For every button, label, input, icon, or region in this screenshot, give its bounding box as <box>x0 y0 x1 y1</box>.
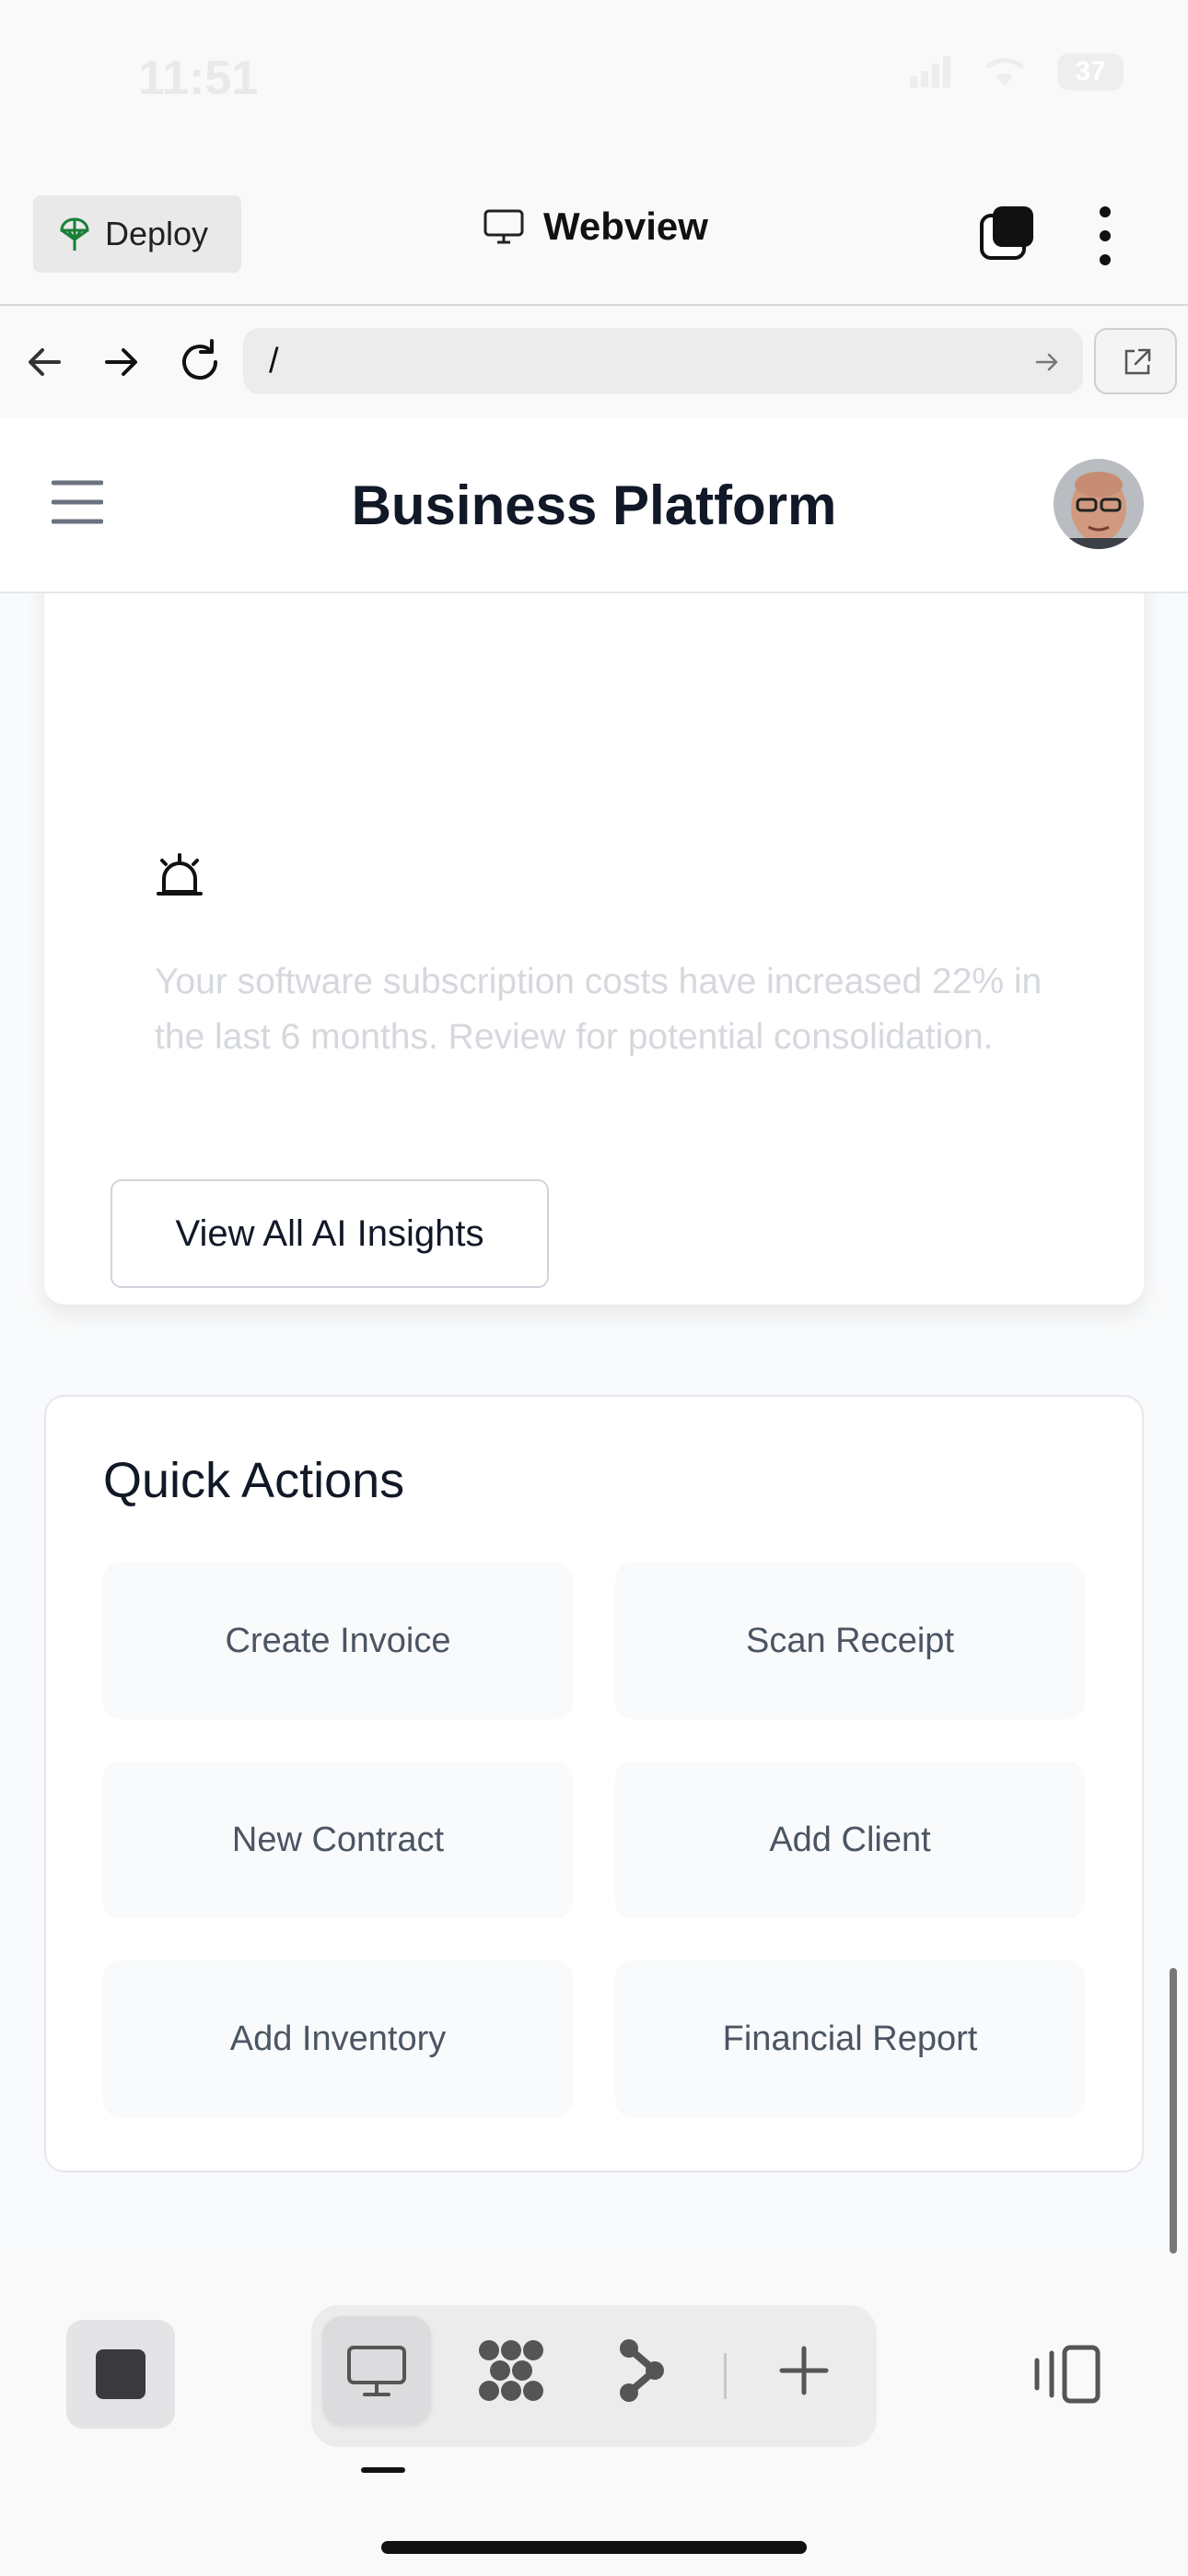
page-scrollbar[interactable] <box>1170 1968 1177 2254</box>
avatar-image <box>1054 459 1144 549</box>
ai-insights-card: Your software subscription costs have in… <box>44 529 1144 1305</box>
deploy-button[interactable]: Deploy <box>33 195 241 273</box>
insight-text: Your software subscription costs have in… <box>155 962 1042 1057</box>
wifi-icon <box>985 58 1024 86</box>
go-arrow-icon[interactable] <box>1033 348 1061 376</box>
webview-title: Webview <box>483 205 708 249</box>
back-arrow-icon[interactable] <box>17 334 74 391</box>
deploy-label: Deploy <box>105 215 209 252</box>
page-header: Business Platform <box>0 418 1188 593</box>
alarm-icon <box>157 853 203 896</box>
financial-report-button[interactable]: Financial Report <box>615 1961 1085 2117</box>
url-bar: / <box>0 304 1188 420</box>
quick-actions-title: Quick Actions <box>103 1453 405 1508</box>
monitor-icon <box>347 2346 406 2396</box>
tool-group <box>311 2305 877 2447</box>
quick-actions-card: Quick Actions Create Invoice Scan Receip… <box>44 1395 1144 2172</box>
open-external-icon <box>1124 348 1151 375</box>
add-inventory-button[interactable]: Add Inventory <box>103 1961 573 2117</box>
webview-page: Business Platform Your software subscrip… <box>0 418 1188 2255</box>
active-tab-indicator <box>361 2467 405 2473</box>
stop-button[interactable] <box>66 2320 175 2429</box>
stop-icon <box>96 2349 146 2399</box>
add-client-button[interactable]: Add Client <box>615 1762 1085 1918</box>
toolbar-separator <box>724 2353 727 2399</box>
branch-tool-button[interactable] <box>588 2316 696 2425</box>
split-view-icon[interactable] <box>1028 2342 1105 2406</box>
create-invoice-button[interactable]: Create Invoice <box>103 1563 573 1719</box>
battery-indicator: 37 <box>1057 53 1124 90</box>
quick-actions-grid: Create Invoice Scan Receipt New Contract… <box>103 1563 1085 2117</box>
deploy-icon <box>60 217 89 251</box>
reload-icon[interactable] <box>171 334 228 391</box>
plus-icon <box>779 2346 829 2395</box>
add-tool-button[interactable] <box>750 2316 858 2425</box>
status-time: 11:51 <box>138 52 259 105</box>
branch-icon <box>620 2339 664 2402</box>
new-contract-button[interactable]: New Contract <box>103 1762 573 1918</box>
status-indicators: 37 <box>910 53 1124 90</box>
page-title: Business Platform <box>351 474 837 536</box>
signal-icon <box>910 56 950 88</box>
url-text: / <box>269 341 279 381</box>
open-external-button[interactable] <box>1094 328 1177 394</box>
bottom-toolbar <box>0 2259 1188 2576</box>
webview-title-text: Webview <box>543 205 708 248</box>
monitor-icon <box>483 209 524 244</box>
avatar[interactable] <box>1054 459 1144 549</box>
home-indicator[interactable] <box>381 2541 807 2554</box>
scan-receipt-button[interactable]: Scan Receipt <box>615 1563 1085 1719</box>
webview-tool-button[interactable] <box>322 2316 431 2425</box>
workflow-tool-button[interactable] <box>457 2316 565 2425</box>
forward-arrow-icon[interactable] <box>92 334 149 391</box>
nodes-grid-icon <box>479 2340 543 2401</box>
view-all-ai-insights-button[interactable]: View All AI Insights <box>111 1179 549 1288</box>
more-vertical-icon[interactable] <box>1089 203 1122 269</box>
tabs-icon[interactable] <box>978 205 1035 262</box>
url-input[interactable]: / <box>243 328 1083 394</box>
